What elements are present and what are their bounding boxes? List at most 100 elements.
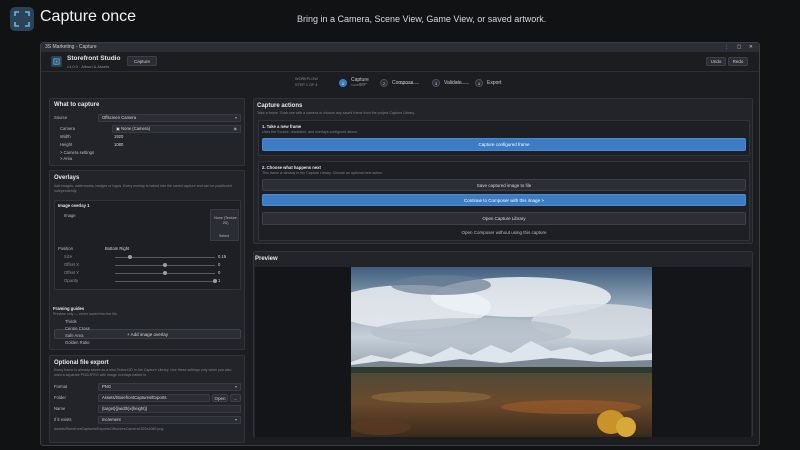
folder-field[interactable]: Assets/StorefrontCaptures/Exports bbox=[98, 394, 210, 402]
hero-title: Capture once bbox=[40, 8, 137, 25]
save-to-file-button[interactable]: Save captured image to file bbox=[262, 179, 746, 191]
slider-value[interactable]: 0 bbox=[218, 270, 220, 275]
step-connector bbox=[461, 83, 469, 84]
slider-label: Offset X bbox=[64, 262, 80, 267]
texture-select-button[interactable]: Select bbox=[219, 234, 229, 239]
take-frame-hint: Uses the Source, resolution, and overlay… bbox=[262, 130, 359, 134]
guide-thirds[interactable]: Thirds bbox=[65, 319, 77, 324]
step-label: Compose bbox=[392, 79, 414, 86]
slider-handle[interactable] bbox=[213, 279, 217, 283]
step-compose[interactable]: 2 Compose bbox=[380, 77, 413, 89]
export-hint: Every frame is already saved as a new Te… bbox=[54, 368, 232, 377]
step-label: Export bbox=[487, 79, 502, 86]
camera-settings-foldout[interactable]: > Camera settings bbox=[60, 150, 94, 155]
image-label: Image bbox=[64, 213, 76, 218]
texture-thumb-text: None (Texture 2D) bbox=[214, 216, 237, 225]
slider-value[interactable]: 0 bbox=[218, 262, 220, 267]
panel-title: Preview bbox=[255, 256, 278, 262]
capture-actions-panel: Capture actions Take a frame. Grab one w… bbox=[253, 98, 753, 244]
app-window: 3S Marketing - Capture ⋮ ▢ ✕ Storefront … bbox=[40, 42, 760, 446]
panel-title: What to capture bbox=[54, 102, 100, 108]
capture-tab-button[interactable]: Capture bbox=[127, 56, 157, 66]
object-picker-icon[interactable]: ◉ bbox=[234, 126, 238, 132]
camera-label: Camera bbox=[60, 126, 75, 131]
guide-centre-cross[interactable]: Centre Cross bbox=[65, 326, 90, 331]
framing-guides-section: Framing guides Preview only — never save… bbox=[49, 303, 245, 351]
slider-value[interactable]: 1 bbox=[218, 278, 220, 283]
step-sub: CURRENT bbox=[351, 83, 366, 87]
workflow-stepper: WORKFLOW STEP 1 OF 4 1 Capture CURRENT 2 … bbox=[295, 74, 595, 94]
guides-title: Framing guides bbox=[53, 306, 85, 311]
capture-frame-icon bbox=[10, 7, 34, 31]
guide-golden-ratio[interactable]: Golden Ratio bbox=[65, 340, 89, 345]
next-action-card: 2. Choose what happens next This frame i… bbox=[258, 161, 750, 241]
step-capture[interactable]: 1 Capture CURRENT bbox=[339, 77, 369, 89]
actions-hint: Take a frame. Grab one with a camera or … bbox=[257, 111, 415, 115]
storefront-logo-icon bbox=[51, 56, 62, 67]
height-label: Height bbox=[60, 142, 73, 147]
step-number: 2 bbox=[380, 79, 388, 87]
window-titlebar[interactable]: 3S Marketing - Capture ⋮ ▢ ✕ bbox=[41, 43, 759, 52]
slider-value[interactable]: 0.15 bbox=[218, 254, 226, 259]
chevron-down-icon: ▾ bbox=[234, 115, 237, 120]
step-label: Validate bbox=[444, 79, 462, 86]
slider-handle[interactable] bbox=[128, 255, 132, 259]
width-field[interactable]: 1920 bbox=[114, 134, 123, 139]
camera-field[interactable]: ▣ None (Camera) ◉ bbox=[112, 125, 241, 133]
format-label: Format bbox=[54, 384, 68, 389]
name-label: Name bbox=[54, 406, 66, 411]
slider-label: Offset Y bbox=[64, 270, 79, 275]
height-field[interactable]: 1080 bbox=[114, 142, 123, 147]
step-number: 1 bbox=[339, 79, 347, 87]
format-select[interactable]: PNG ▾ bbox=[98, 383, 241, 391]
width-label: Width bbox=[60, 134, 71, 139]
exists-label: If it exists bbox=[54, 417, 72, 422]
overlay-title: Image overlay 1 bbox=[58, 203, 90, 208]
preview-viewport bbox=[255, 267, 751, 437]
slider-label: Opacity bbox=[64, 278, 79, 283]
step-number: 4 bbox=[475, 79, 483, 87]
redo-button[interactable]: Redo bbox=[728, 57, 748, 66]
chevron-down-icon: ▾ bbox=[234, 384, 237, 389]
open-capture-library-button[interactable]: Open Capture Library bbox=[262, 212, 746, 225]
next-action-title: 2. Choose what happens next bbox=[262, 165, 321, 170]
slider-track[interactable] bbox=[115, 281, 215, 282]
app-header: Storefront Studio v1.0.0 · Album & Asset… bbox=[41, 52, 759, 72]
position-label: Position bbox=[58, 246, 73, 251]
brand-name: Storefront Studio bbox=[67, 55, 121, 62]
panel-title: Optional file export bbox=[54, 360, 109, 366]
exists-select[interactable]: Increment ▾ bbox=[98, 416, 241, 424]
hero-subtitle: Bring in a Camera, Scene View, Game View… bbox=[297, 14, 547, 24]
capture-configured-frame-button[interactable]: Capture configured frame bbox=[262, 138, 746, 151]
texture-picker[interactable]: None (Texture 2D) Select bbox=[210, 209, 239, 241]
continue-to-composer-button[interactable]: Continue to Composer with this image > bbox=[262, 194, 746, 206]
slider-handle[interactable] bbox=[163, 263, 167, 267]
source-label: Source bbox=[54, 115, 68, 120]
take-frame-title: 1. Take a new frame bbox=[262, 124, 302, 129]
what-to-capture-panel: What to capture Source Offscreen Camera ▾… bbox=[49, 98, 245, 166]
preview-image bbox=[351, 267, 652, 437]
step-export[interactable]: 4 Export bbox=[475, 77, 501, 89]
file-export-panel: Optional file export Every frame is alre… bbox=[49, 355, 245, 443]
export-path-preview: Assets/StorefrontCaptures/Exports/Offscr… bbox=[54, 427, 164, 431]
overlays-hint: Add images, watermarks, badges or logos.… bbox=[54, 184, 232, 193]
open-folder-button[interactable]: Open bbox=[212, 394, 228, 402]
preview-panel: Preview bbox=[253, 251, 753, 437]
name-field[interactable]: {target}{{width}x{height}} bbox=[98, 405, 241, 413]
source-select[interactable]: Offscreen Camera ▾ bbox=[98, 114, 241, 122]
step-number: 3 bbox=[432, 79, 440, 87]
window-controls[interactable]: ⋮ ▢ ✕ bbox=[724, 43, 756, 52]
step-validate[interactable]: 3 Validate bbox=[432, 77, 462, 89]
slider-handle[interactable] bbox=[163, 271, 167, 275]
open-composer-link[interactable]: Open Composer without using this capture bbox=[262, 228, 746, 237]
area-foldout[interactable]: > Area bbox=[60, 156, 72, 161]
guide-safe-area[interactable]: Safe Area bbox=[65, 333, 83, 338]
undo-button[interactable]: Undo bbox=[706, 57, 726, 66]
slider-label: Size bbox=[64, 254, 73, 259]
browse-folder-button[interactable]: ... bbox=[230, 394, 241, 402]
chevron-down-icon: ▾ bbox=[234, 417, 237, 422]
take-frame-card: 1. Take a new frame Uses the Source, res… bbox=[258, 120, 750, 156]
brand-subtitle: v1.0.0 · Album & Assets bbox=[67, 64, 110, 69]
next-action-hint: This frame is already in the Capture Lib… bbox=[262, 171, 383, 175]
position-select[interactable]: Bottom Right bbox=[105, 246, 129, 251]
